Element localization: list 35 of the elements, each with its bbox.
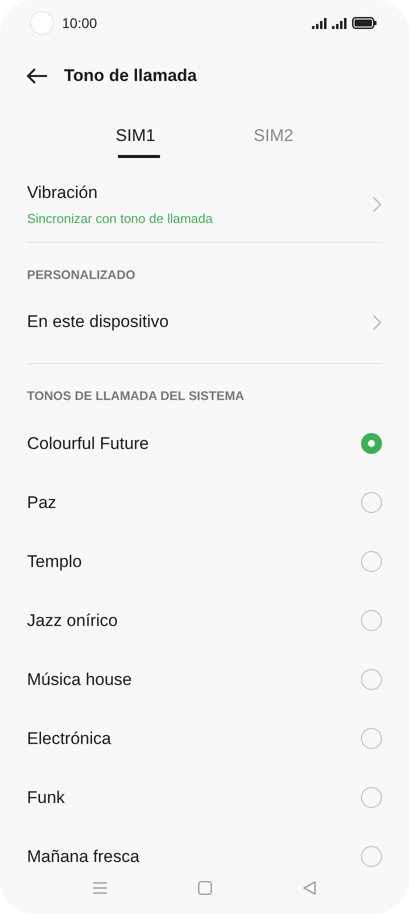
chevron-icon [372,314,382,330]
ringtone-name: Paz [27,492,58,514]
ringtone-name: Mañana fresca [27,846,140,868]
screen-title: Tono de llamada [64,65,197,88]
radio-button[interactable] [361,787,382,808]
setting-title: Vibración [27,182,99,204]
radio-button[interactable] [361,492,382,513]
back-icon[interactable] [302,881,316,895]
setting-subtitle: Sincronizar con tono de llamada [27,210,214,228]
ringtone-name: Funk [27,786,66,809]
ringtone-name: Música house [27,668,133,691]
signal-icon [312,18,328,28]
home-icon[interactable] [198,881,212,895]
radio-button[interactable] [361,551,382,572]
radio-button[interactable] [361,669,382,690]
tab-indicator [118,155,160,158]
setting-title: En este dispositivo [27,311,170,334]
section-heading: PERSONALIZADO [27,266,136,284]
ringtone-name: Jazz onírico [27,610,119,632]
battery-icon [352,17,377,29]
radio-button[interactable] [361,728,382,749]
radio-button[interactable] [361,433,382,454]
back-button[interactable] [26,68,48,84]
ringtone-name: Electrónica [27,728,112,750]
clock-time: 10:00 [62,14,98,32]
camera-cutout [30,11,54,35]
chevron-icon [372,196,382,212]
menu-icon[interactable] [93,882,108,894]
ringtone-name: Colourful Future [27,432,150,455]
radio-button[interactable] [361,846,382,867]
radio-button[interactable] [361,610,382,631]
signal-icon [332,18,348,28]
section-heading: TONOS DE LLAMADA DEL SISTEMA [27,388,244,405]
sim-tab[interactable]: SIM1 [90,114,180,158]
ringtone-name: Templo [27,550,83,573]
